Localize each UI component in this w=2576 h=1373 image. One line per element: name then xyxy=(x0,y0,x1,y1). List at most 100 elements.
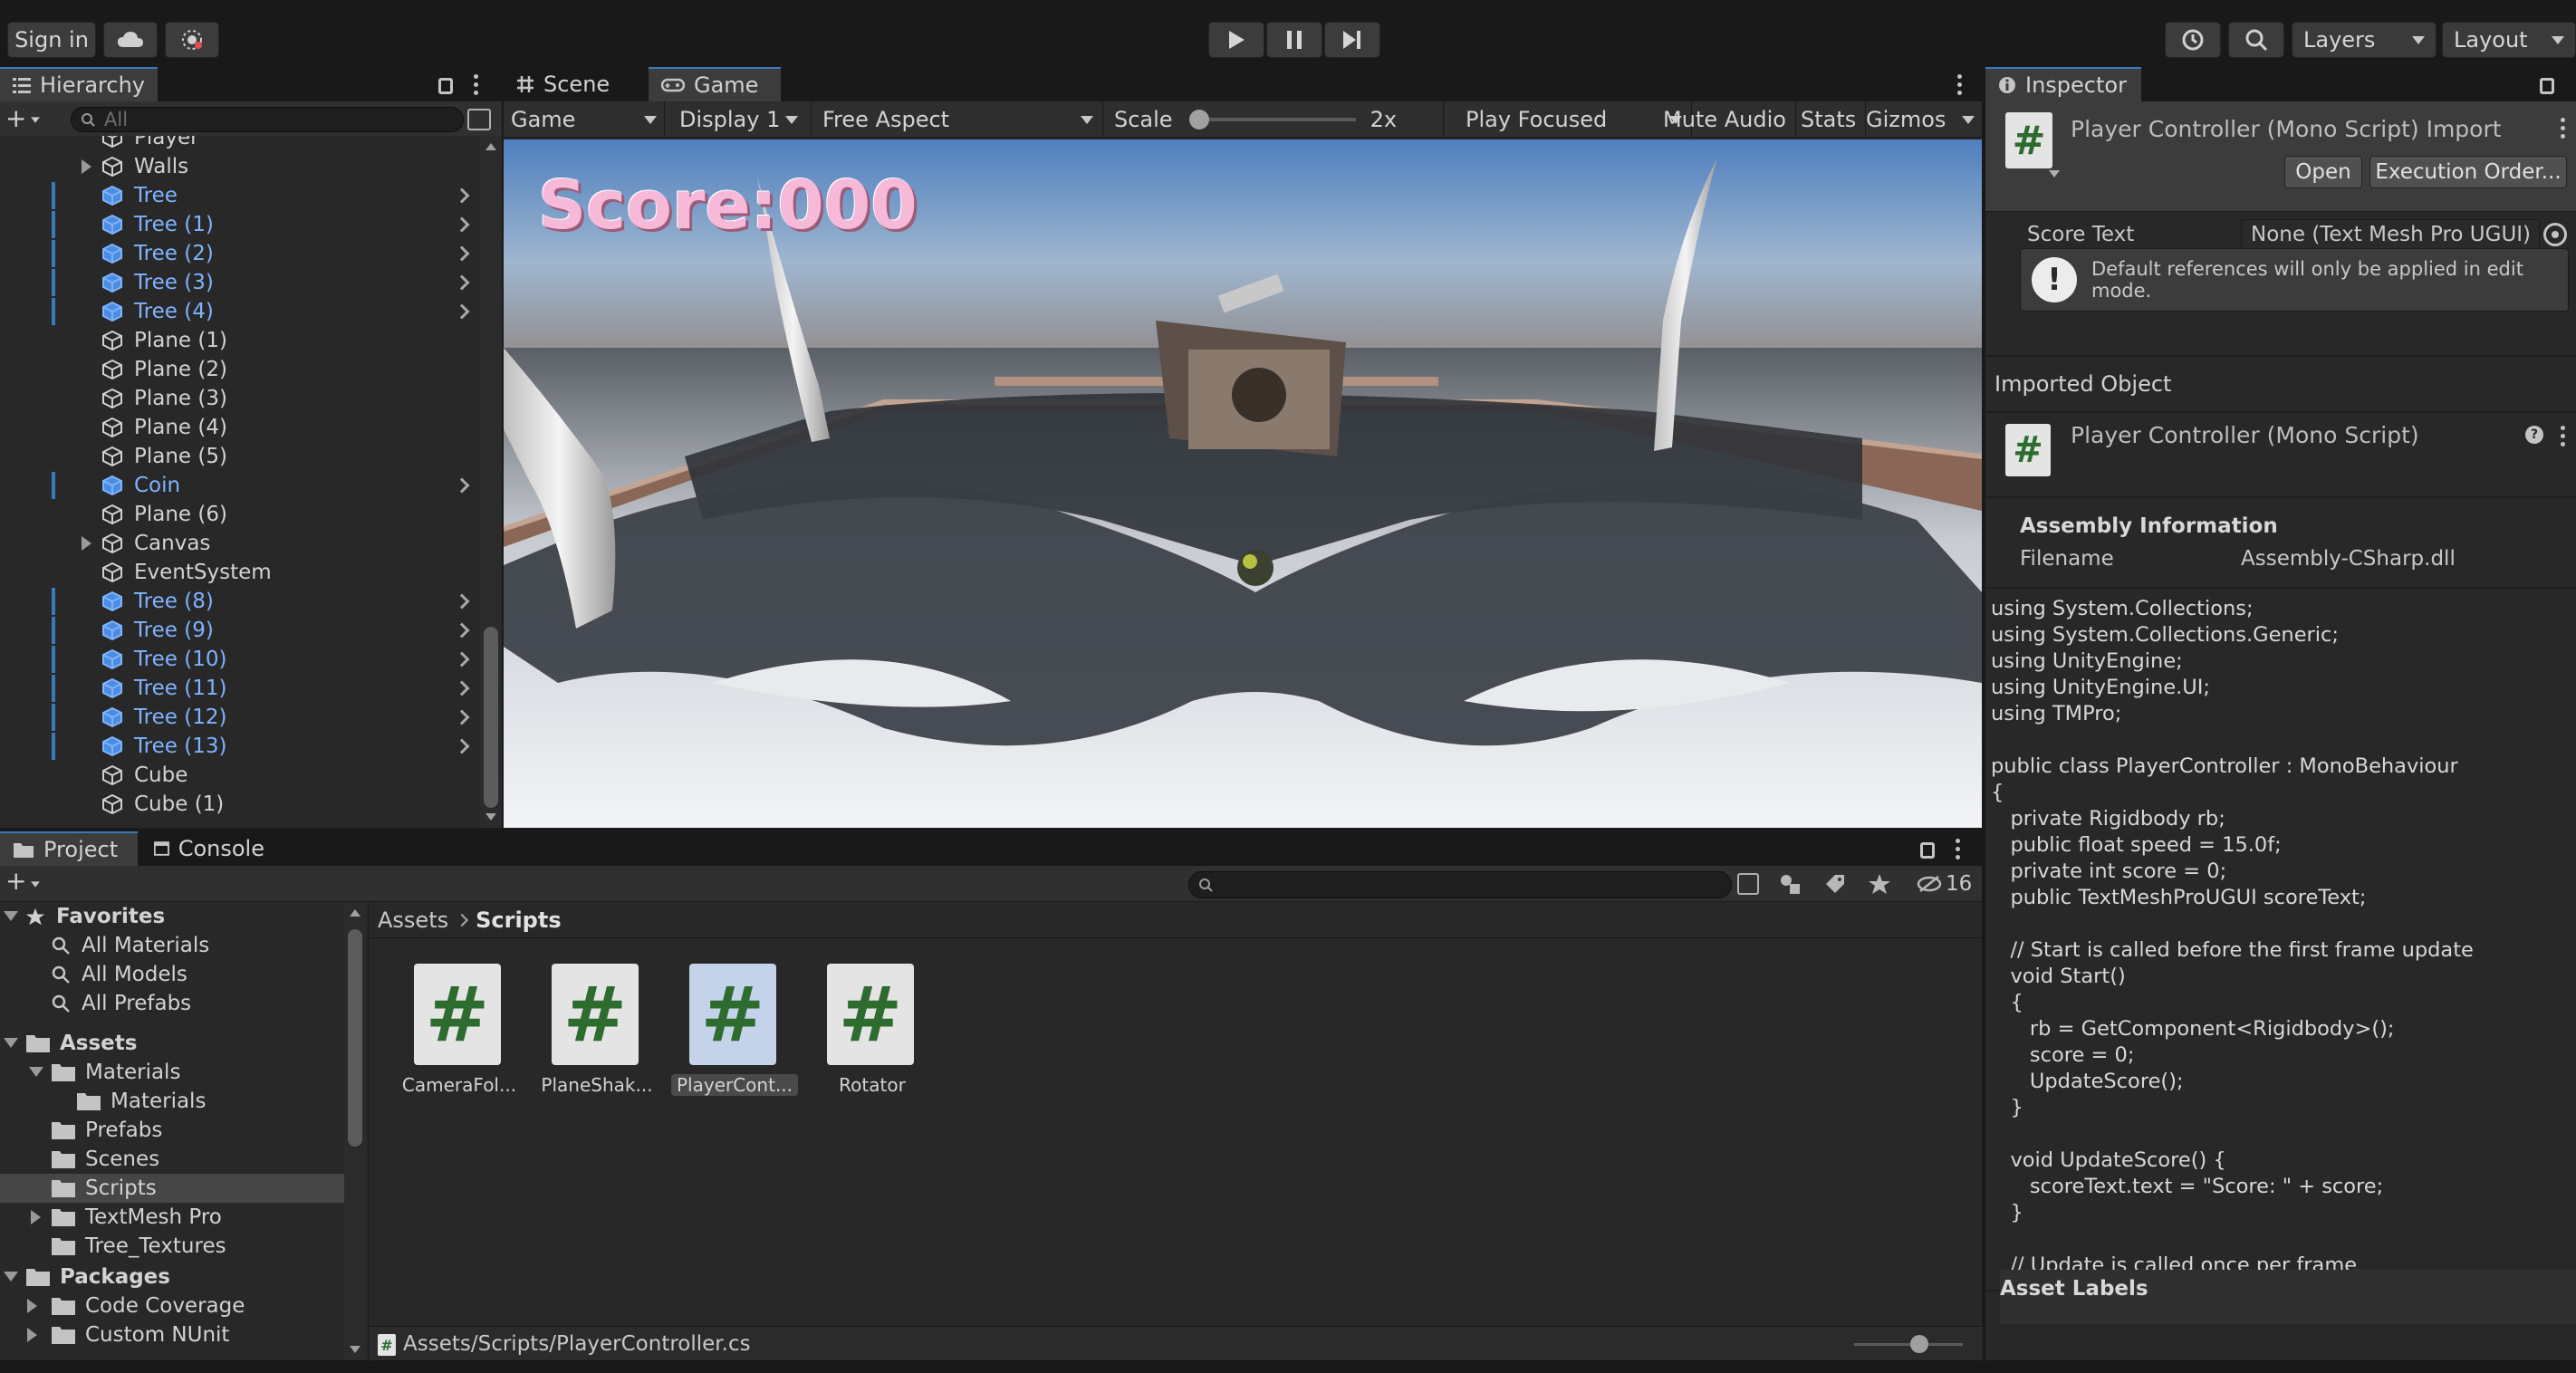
chevron-right-icon[interactable] xyxy=(454,622,470,638)
packages-folder[interactable]: Packages xyxy=(25,1263,170,1291)
icon-size-slider-thumb[interactable] xyxy=(1910,1335,1928,1353)
aspect-dropdown[interactable]: Free Aspect xyxy=(813,101,1103,138)
package-item[interactable]: Code Coverage xyxy=(51,1291,245,1320)
scale-slider[interactable] xyxy=(1188,110,1356,130)
hierarchy-item[interactable]: Tree xyxy=(101,181,178,210)
hierarchy-item[interactable]: Player xyxy=(101,136,199,152)
hierarchy-item[interactable]: Tree (2) xyxy=(101,239,214,268)
hierarchy-item[interactable]: Plane (6) xyxy=(101,500,227,529)
chevron-right-icon[interactable] xyxy=(454,680,470,696)
more-options-icon[interactable] xyxy=(1955,839,1960,859)
collapse-arrow-icon[interactable] xyxy=(4,1038,18,1048)
play-button[interactable] xyxy=(1208,22,1264,58)
stats-button[interactable]: Stats xyxy=(1792,101,1867,138)
tag-icon[interactable] xyxy=(1824,873,1848,895)
script-asset[interactable]: # PlayerCont... xyxy=(671,964,798,1109)
scroll-up-icon[interactable] xyxy=(350,909,360,917)
folder-item[interactable]: Materials xyxy=(76,1087,206,1116)
hierarchy-item[interactable]: Tree (9) xyxy=(101,616,214,645)
more-options-icon[interactable] xyxy=(2560,118,2565,139)
favorite-item[interactable]: All Materials xyxy=(51,931,209,960)
folder-item[interactable]: Materials xyxy=(51,1058,180,1087)
chevron-down-icon[interactable] xyxy=(31,117,40,123)
more-options-icon[interactable] xyxy=(473,74,478,95)
script-asset[interactable]: # PlaneShak... xyxy=(533,964,660,1109)
project-search-input[interactable] xyxy=(1188,871,1732,898)
hierarchy-item[interactable]: Plane (5) xyxy=(101,442,227,471)
step-button[interactable] xyxy=(1324,22,1380,58)
hierarchy-item[interactable]: Tree (1) xyxy=(101,210,214,239)
scale-slider-thumb[interactable] xyxy=(1188,110,1209,130)
tab-game[interactable]: Game xyxy=(649,67,781,101)
hierarchy-item[interactable]: Plane (1) xyxy=(101,326,227,355)
hierarchy-item[interactable]: Tree (12) xyxy=(101,703,226,732)
chevron-right-icon[interactable] xyxy=(454,738,470,754)
hierarchy-item[interactable]: Cube xyxy=(101,761,187,790)
hierarchy-item[interactable]: Canvas xyxy=(101,529,210,558)
hierarchy-item[interactable]: Tree (4) xyxy=(101,297,214,326)
open-button[interactable]: Open xyxy=(2284,156,2362,188)
hierarchy-item[interactable]: Walls xyxy=(101,152,188,181)
layout-dropdown[interactable]: Layout xyxy=(2442,22,2576,58)
chevron-right-icon[interactable] xyxy=(454,274,470,291)
tab-hierarchy[interactable]: Hierarchy xyxy=(0,67,158,101)
collab-button[interactable] xyxy=(165,22,219,58)
favorites-header[interactable]: Favorites xyxy=(25,902,165,931)
expand-arrow-icon[interactable] xyxy=(82,536,91,551)
folder-item[interactable]: Prefabs xyxy=(51,1116,162,1145)
tab-project[interactable]: Project xyxy=(0,831,138,866)
pause-button[interactable] xyxy=(1266,22,1322,58)
chevron-down-icon[interactable] xyxy=(2049,170,2060,178)
collapse-arrow-icon[interactable] xyxy=(4,1272,18,1282)
gizmos-dropdown[interactable]: Gizmos xyxy=(1859,101,1982,138)
tab-inspector[interactable]: Inspector xyxy=(1985,67,2141,101)
game-render[interactable]: Score:000 xyxy=(504,139,1982,828)
breadcrumb-scripts[interactable]: Scripts xyxy=(476,907,562,933)
history-button[interactable] xyxy=(2165,22,2221,58)
execution-order-button[interactable]: Execution Order... xyxy=(2369,156,2567,188)
add-icon[interactable]: + xyxy=(5,869,26,894)
collapse-arrow-icon[interactable] xyxy=(4,911,18,921)
hierarchy-search-input[interactable]: All xyxy=(71,107,464,132)
hierarchy-item[interactable]: Tree (13) xyxy=(101,732,226,761)
chevron-right-icon[interactable] xyxy=(454,187,470,204)
project-tree-scrollbar[interactable] xyxy=(344,902,366,1360)
script-asset[interactable]: # CameraFol... xyxy=(396,964,523,1109)
display-dropdown[interactable]: Display 1 xyxy=(667,101,812,138)
scroll-down-icon[interactable] xyxy=(485,813,496,821)
hierarchy-item[interactable]: Plane (2) xyxy=(101,355,227,384)
add-icon[interactable]: + xyxy=(5,106,26,131)
hierarchy-item[interactable]: EventSystem xyxy=(101,558,272,587)
chevron-down-icon[interactable] xyxy=(31,881,40,888)
hierarchy-item[interactable]: Tree (11) xyxy=(101,674,226,703)
folder-item[interactable]: Tree_Textures xyxy=(51,1232,226,1261)
chevron-right-icon[interactable] xyxy=(454,593,470,610)
hierarchy-scrollbar[interactable] xyxy=(480,136,502,828)
hierarchy-item[interactable]: Cube (1) xyxy=(101,790,224,819)
icon-size-slider[interactable] xyxy=(1854,1335,1963,1353)
script-asset[interactable]: # Rotator xyxy=(809,964,936,1109)
lock-icon[interactable] xyxy=(1920,842,1935,859)
lock-icon[interactable] xyxy=(2540,78,2554,94)
expand-arrow-icon[interactable] xyxy=(27,1299,37,1313)
more-options-icon[interactable] xyxy=(2560,426,2565,446)
chevron-right-icon[interactable] xyxy=(454,303,470,320)
hierarchy-item[interactable]: Tree (8) xyxy=(101,587,214,616)
project-tree-scroll-thumb[interactable] xyxy=(348,929,362,1147)
object-picker-icon[interactable] xyxy=(2543,223,2567,246)
chevron-right-icon[interactable] xyxy=(454,651,470,667)
favorite-item[interactable]: All Models xyxy=(51,960,187,989)
folder-item[interactable]: TextMesh Pro xyxy=(51,1203,222,1232)
package-item[interactable]: Custom NUnit xyxy=(51,1320,229,1349)
layers-dropdown[interactable]: Layers xyxy=(2292,22,2437,58)
cloud-button[interactable] xyxy=(103,22,158,58)
filter-by-type-icon[interactable] xyxy=(1779,873,1802,895)
scene-search-icon[interactable] xyxy=(467,109,491,130)
collapse-arrow-icon[interactable] xyxy=(29,1067,43,1077)
scroll-up-icon[interactable] xyxy=(485,143,496,150)
folder-item[interactable]: Scenes xyxy=(51,1145,159,1174)
chevron-right-icon[interactable] xyxy=(454,245,470,262)
expand-arrow-icon[interactable] xyxy=(27,1328,37,1342)
lock-icon[interactable] xyxy=(438,78,453,94)
search-button[interactable] xyxy=(2228,22,2284,58)
